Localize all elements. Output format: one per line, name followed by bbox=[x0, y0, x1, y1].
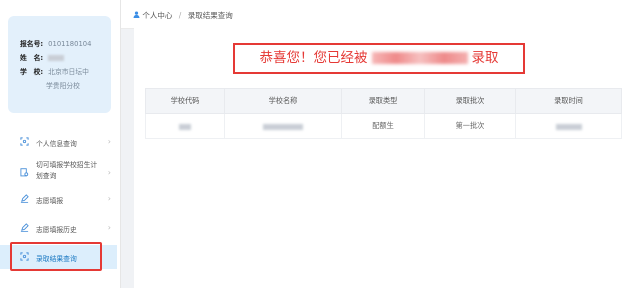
chevron-right-icon: › bbox=[107, 223, 111, 232]
school-label: 学 校: bbox=[20, 68, 44, 76]
admission-banner: 恭喜您！您已经被 录取 bbox=[233, 43, 525, 74]
school-value-line2: 学贵阳分校 bbox=[46, 82, 80, 90]
breadcrumb-home[interactable]: 个人中心 bbox=[142, 11, 172, 20]
column-header: 录取时间 bbox=[515, 88, 622, 114]
admission-time-cell bbox=[515, 113, 622, 139]
school-code-cell bbox=[145, 113, 225, 139]
column-header: 学校代码 bbox=[145, 88, 225, 114]
active-item-highlight-box bbox=[10, 242, 102, 271]
school-name-redacted bbox=[371, 52, 468, 64]
school-row: 学 校: 北京市日坛中 bbox=[20, 66, 89, 79]
admission-result-table: 学校代码 学校名称 录取类型 录取批次 录取时间 配额生 第一批次 bbox=[145, 88, 622, 139]
user-icon bbox=[133, 11, 142, 20]
table-header-row: 学校代码 学校名称 录取类型 录取批次 录取时间 bbox=[145, 88, 622, 114]
school-name-cell bbox=[224, 113, 342, 139]
menu-label: 个人信息查询 bbox=[36, 140, 77, 148]
pencil-icon bbox=[20, 194, 29, 203]
pencil-history-icon bbox=[20, 223, 29, 232]
menu-label: 志愿填报历史 bbox=[36, 226, 77, 234]
menu-label: 志愿填报 bbox=[36, 197, 64, 205]
main-content: 恭喜您！您已经被 录取 学校代码 学校名称 录取类型 录取批次 录取时间 配额生 … bbox=[134, 28, 631, 288]
breadcrumb: 个人中心 / 录取结果查询 bbox=[133, 10, 233, 21]
admission-time-redacted bbox=[555, 123, 582, 130]
school-name-cell-redacted bbox=[263, 123, 303, 130]
school-code-redacted bbox=[179, 123, 191, 130]
application-number-label: 报名号: bbox=[20, 40, 44, 48]
document-search-icon bbox=[20, 168, 29, 177]
chevron-right-icon: › bbox=[107, 137, 111, 146]
breadcrumb-current: 录取结果查询 bbox=[187, 11, 233, 20]
menu-item-personal-info[interactable]: 个人信息查询 › bbox=[0, 130, 117, 154]
profile-card: 报名号: 0101180104 姓 名: 学 校: 北京市日坛中 学贵阳分校 bbox=[8, 16, 111, 113]
menu-item-enrollment-plan[interactable]: 切可填报学校招生计划查询 › bbox=[0, 158, 117, 186]
sidebar: 报名号: 0101180104 姓 名: 学 校: 北京市日坛中 学贵阳分校 个… bbox=[0, 0, 121, 288]
column-header: 学校名称 bbox=[224, 88, 342, 114]
chevron-right-icon: › bbox=[107, 194, 111, 203]
name-row: 姓 名: bbox=[20, 52, 65, 65]
admission-type-cell: 配额生 bbox=[341, 113, 425, 139]
banner-suffix: 录取 bbox=[471, 50, 499, 66]
chevron-right-icon: › bbox=[107, 168, 111, 177]
school-value-line1: 北京市日坛中 bbox=[48, 68, 89, 76]
menu-item-fill-preference[interactable]: 志愿填报 › bbox=[0, 187, 117, 211]
application-number-value: 0101180104 bbox=[48, 40, 92, 48]
menu-label: 切可填报学校招生计划查询 bbox=[36, 161, 98, 180]
banner-prefix: 恭喜您！您已经被 bbox=[259, 50, 368, 66]
column-header: 录取类型 bbox=[341, 88, 425, 114]
column-header: 录取批次 bbox=[424, 88, 516, 114]
application-number-row: 报名号: 0101180104 bbox=[20, 38, 91, 51]
name-label: 姓 名: bbox=[20, 54, 44, 62]
menu-item-preference-history[interactable]: 志愿填报历史 › bbox=[0, 216, 117, 240]
id-card-icon bbox=[20, 137, 29, 146]
breadcrumb-separator: / bbox=[178, 11, 182, 20]
table-row: 配额生 第一批次 bbox=[145, 113, 622, 139]
school-row-2: 学贵阳分校 bbox=[46, 80, 80, 93]
breadcrumb-bar: 个人中心 / 录取结果查询 bbox=[121, 0, 631, 29]
admission-batch-cell: 第一批次 bbox=[424, 113, 516, 139]
name-value-redacted bbox=[48, 55, 65, 61]
